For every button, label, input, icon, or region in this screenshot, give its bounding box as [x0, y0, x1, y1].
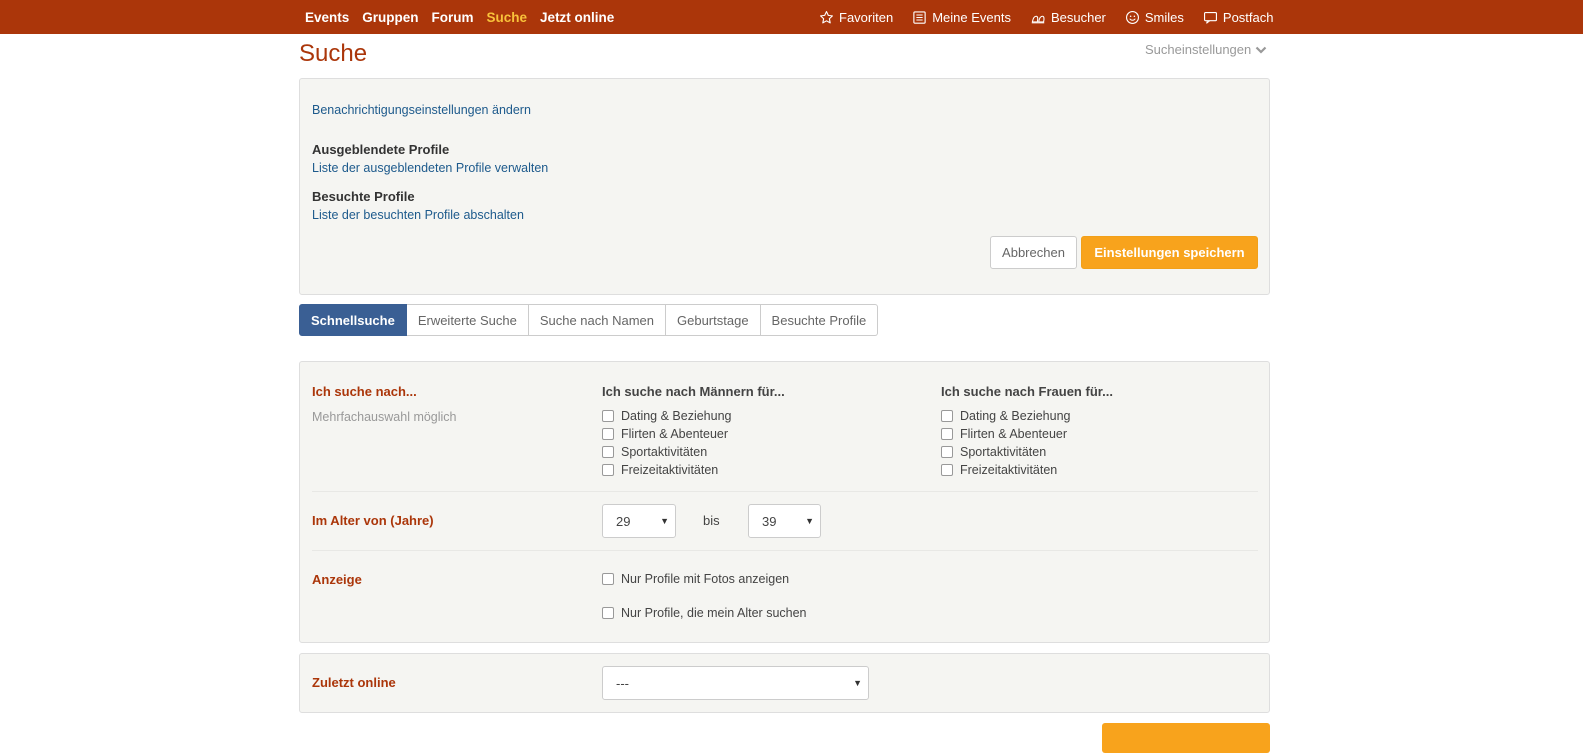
cancel-button[interactable]: Abbrechen: [990, 236, 1077, 269]
checkbox[interactable]: [941, 410, 953, 422]
tab-erweiterte-suche[interactable]: Erweiterte Suche: [406, 304, 529, 336]
dropdown-caret-icon: ▼: [660, 516, 669, 526]
option-label: Sportaktivitäten: [621, 445, 708, 459]
nav-smiles[interactable]: Smiles: [1125, 10, 1184, 25]
dropdown-caret-icon: ▼: [805, 516, 814, 526]
footprint-icon: [1031, 15, 1045, 23]
option-label: Nur Profile, die mein Alter suchen: [621, 606, 807, 620]
dropdown-caret-icon: ▼: [853, 678, 862, 688]
nav-suche[interactable]: Suche: [487, 10, 528, 25]
matching-age-option[interactable]: Nur Profile, die mein Alter suchen: [602, 604, 807, 622]
age-from-select[interactable]: 29 ▼: [602, 504, 676, 538]
search-settings-panel: Benachrichtigungseinstellungen ändern Au…: [299, 78, 1270, 295]
checkbox[interactable]: [602, 464, 614, 476]
checkbox[interactable]: [602, 428, 614, 440]
save-settings-button[interactable]: Einstellungen speichern: [1081, 236, 1258, 269]
nav-postfach[interactable]: Postfach: [1203, 10, 1274, 25]
divider: [312, 550, 1258, 551]
display-label: Anzeige: [312, 572, 362, 587]
nav-favoriten-label: Favoriten: [839, 9, 894, 25]
men-option-freizeit[interactable]: Freizeitaktivitäten: [602, 461, 732, 479]
nav-forum[interactable]: Forum: [432, 10, 474, 25]
divider: [312, 491, 1258, 492]
page-title: Suche: [299, 40, 368, 67]
tab-suche-nach-namen[interactable]: Suche nach Namen: [528, 304, 666, 336]
hidden-profiles-link[interactable]: Liste der ausgeblendeten Profile verwalt…: [312, 161, 548, 175]
nav-besucher-label: Besucher: [1050, 9, 1106, 25]
multi-select-hint: Mehrfachauswahl möglich: [312, 410, 457, 424]
user-nav: Favoriten Meine Events Besucher Smiles P…: [819, 0, 1293, 34]
search-tabs: Schnellsuche Erweiterte Suche Suche nach…: [299, 304, 879, 336]
nav-smiles-label: Smiles: [1144, 9, 1184, 25]
only-photos-option[interactable]: Nur Profile mit Fotos anzeigen: [602, 570, 789, 588]
checkbox[interactable]: [602, 446, 614, 458]
nav-meine-events[interactable]: Meine Events: [912, 10, 1011, 25]
option-label: Flirten & Abenteuer: [621, 427, 729, 441]
hidden-profiles-title: Ausgeblendete Profile: [312, 142, 450, 157]
nav-postfach-label: Postfach: [1222, 9, 1274, 25]
notification-settings-link[interactable]: Benachrichtigungseinstellungen ändern: [312, 103, 531, 117]
women-option-dating[interactable]: Dating & Beziehung: [941, 407, 1071, 425]
star-icon: [820, 10, 833, 23]
option-label: Nur Profile mit Fotos anzeigen: [621, 572, 790, 586]
list-icon: [913, 10, 926, 24]
mailbox-icon: [1203, 11, 1217, 24]
checkbox[interactable]: [941, 428, 953, 440]
age-label: Im Alter von (Jahre): [312, 513, 434, 528]
tab-geburtstage[interactable]: Geburtstage: [666, 304, 761, 336]
tab-schnellsuche[interactable]: Schnellsuche: [299, 304, 407, 336]
visited-profiles-link[interactable]: Liste der besuchten Profile abschalten: [312, 208, 524, 222]
checkbox[interactable]: [602, 410, 614, 422]
age-from-value: 29: [616, 513, 631, 529]
last-online-panel: Zuletzt online --- ▼: [299, 653, 1270, 713]
tab-besuchte-profile[interactable]: Besuchte Profile: [760, 304, 879, 336]
chevron-down-icon: [1255, 46, 1267, 54]
women-header: Ich suche nach Frauen für...: [941, 384, 1113, 399]
nav-favoriten[interactable]: Favoriten: [819, 10, 893, 25]
men-header: Ich suche nach Männern für...: [602, 384, 785, 399]
option-label: Dating & Beziehung: [960, 409, 1071, 423]
men-option-sport[interactable]: Sportaktivitäten: [602, 443, 732, 461]
search-submit-button[interactable]: [1102, 723, 1270, 753]
last-online-value: ---: [616, 675, 629, 691]
women-option-freizeit[interactable]: Freizeitaktivitäten: [941, 461, 1071, 479]
option-label: Freizeitaktivitäten: [960, 463, 1058, 477]
men-options: Dating & Beziehung Flirten & Abenteuer S…: [602, 407, 732, 479]
nav-gruppen[interactable]: Gruppen: [362, 10, 418, 25]
last-online-select[interactable]: --- ▼: [602, 666, 869, 700]
nav-besucher[interactable]: Besucher: [1030, 10, 1106, 25]
women-option-sport[interactable]: Sportaktivitäten: [941, 443, 1071, 461]
option-label: Flirten & Abenteuer: [960, 427, 1068, 441]
checkbox[interactable]: [602, 607, 614, 619]
smiley-icon: [1125, 10, 1139, 24]
nav-meine-events-label: Meine Events: [932, 9, 1011, 25]
checkbox[interactable]: [941, 464, 953, 476]
women-options: Dating & Beziehung Flirten & Abenteuer S…: [941, 407, 1071, 479]
top-navigation-bar: Events Gruppen Forum Suche Jetzt online …: [0, 0, 1583, 34]
checkbox[interactable]: [941, 446, 953, 458]
women-option-flirten[interactable]: Flirten & Abenteuer: [941, 425, 1071, 443]
option-label: Sportaktivitäten: [960, 445, 1047, 459]
main-nav: Events Gruppen Forum Suche Jetzt online: [305, 0, 627, 34]
men-option-flirten[interactable]: Flirten & Abenteuer: [602, 425, 732, 443]
looking-for-label: Ich suche nach...: [312, 384, 417, 399]
men-option-dating[interactable]: Dating & Beziehung: [602, 407, 732, 425]
option-label: Freizeitaktivitäten: [621, 463, 719, 477]
last-online-label: Zuletzt online: [312, 675, 396, 690]
age-to-select[interactable]: 39 ▼: [748, 504, 821, 538]
nav-jetzt-online[interactable]: Jetzt online: [540, 10, 614, 25]
visited-profiles-title: Besuchte Profile: [312, 189, 415, 204]
search-settings-label: Sucheinstellungen: [1145, 42, 1252, 57]
age-to-label: bis: [703, 513, 720, 528]
search-settings-toggle[interactable]: Sucheinstellungen: [1145, 42, 1267, 57]
option-label: Dating & Beziehung: [621, 409, 732, 423]
checkbox[interactable]: [602, 573, 614, 585]
nav-events[interactable]: Events: [305, 10, 349, 25]
quick-search-panel: Ich suche nach... Mehrfachauswahl möglic…: [299, 361, 1270, 643]
age-to-value: 39: [762, 513, 777, 529]
